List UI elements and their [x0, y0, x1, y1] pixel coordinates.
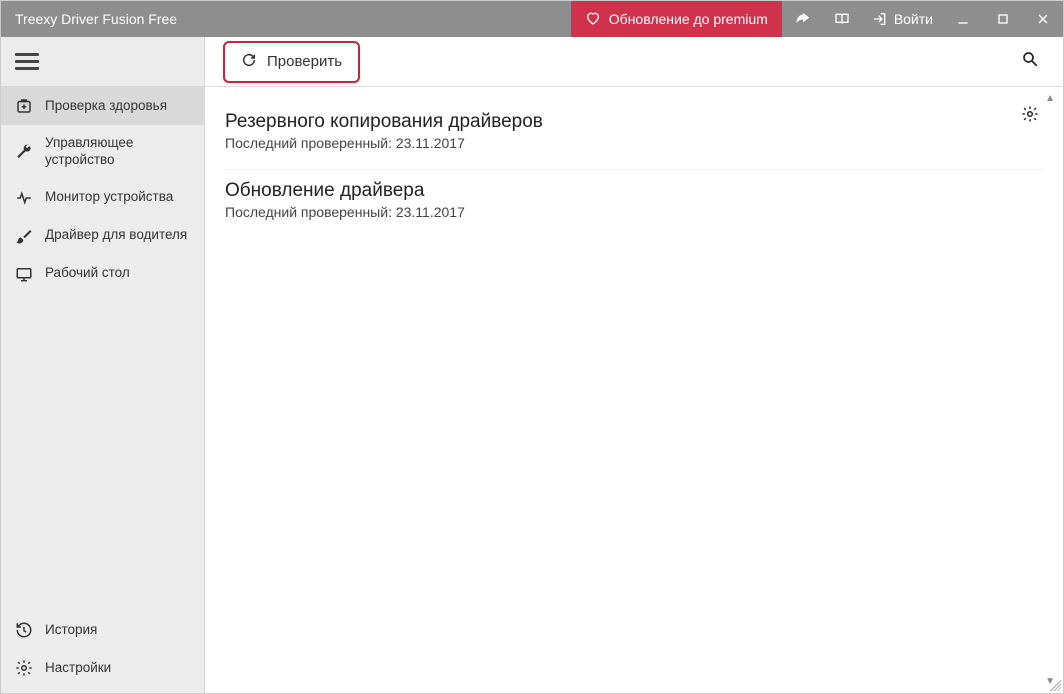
sidebar-item-device-monitor[interactable]: Монитор устройства: [1, 179, 204, 217]
sidebar-item-label: Настройки: [45, 660, 190, 677]
activity-icon: [15, 189, 33, 207]
minimize-button[interactable]: [943, 1, 983, 37]
sidebar-item-label: Проверка здоровья: [45, 98, 190, 115]
sidebar: Проверка здоровья Управляющее устройство…: [1, 37, 205, 693]
sidebar-item-label: История: [45, 622, 190, 639]
premium-label: Обновление до premium: [609, 11, 768, 27]
section-subtitle: Последний проверенный: 23.11.2017: [225, 204, 1043, 220]
sidebar-item-desktop[interactable]: Рабочий стол: [1, 255, 204, 293]
health-icon: [15, 97, 33, 115]
sidebar-item-label: Монитор устройства: [45, 189, 190, 206]
section-title: Обновление драйвера: [225, 180, 1043, 202]
brush-icon: [15, 227, 33, 245]
premium-button[interactable]: Обновление до premium: [571, 1, 782, 37]
heart-icon: [585, 10, 601, 29]
section-update: Обновление драйвера Последний проверенны…: [225, 170, 1043, 238]
login-button[interactable]: Войти: [862, 1, 943, 37]
content: Резервного копирования драйверов Последн…: [205, 87, 1063, 252]
section-subtitle: Последний проверенный: 23.11.2017: [225, 135, 1043, 151]
nav-list: Проверка здоровья Управляющее устройство…: [1, 87, 204, 611]
search-button[interactable]: [1015, 44, 1045, 79]
sidebar-item-device-manager[interactable]: Управляющее устройство: [1, 125, 204, 179]
desktop-icon: [15, 265, 33, 283]
sidebar-item-label: Драйвер для водителя: [45, 227, 190, 244]
check-label: Проверить: [267, 53, 342, 70]
check-button[interactable]: Проверить: [223, 41, 360, 83]
hamburger-button[interactable]: [15, 49, 39, 74]
sidebar-item-health[interactable]: Проверка здоровья: [1, 87, 204, 125]
nav-bottom: История Настройки: [1, 611, 204, 693]
sidebar-item-history[interactable]: История: [1, 611, 204, 649]
main-area: Проверить ▲ Резервного копирования драйв…: [205, 37, 1063, 693]
maximize-button[interactable]: [983, 1, 1023, 37]
section-title: Резервного копирования драйверов: [225, 111, 1043, 133]
sidebar-item-driver[interactable]: Драйвер для водителя: [1, 217, 204, 255]
login-label: Войти: [894, 11, 933, 27]
sidebar-item-settings[interactable]: Настройки: [1, 649, 204, 687]
wrench-icon: [15, 143, 33, 161]
resize-grip[interactable]: [1047, 677, 1061, 691]
share-button[interactable]: [782, 1, 822, 37]
section-settings-button[interactable]: [1021, 105, 1039, 128]
toolbar: Проверить: [205, 37, 1063, 87]
app-title: Treexy Driver Fusion Free: [1, 11, 177, 27]
refresh-icon: [241, 52, 257, 72]
book-button[interactable]: [822, 1, 862, 37]
titlebar: Treexy Driver Fusion Free Обновление до …: [1, 1, 1063, 37]
section-backup: Резервного копирования драйверов Последн…: [225, 101, 1043, 170]
history-icon: [15, 621, 33, 639]
sidebar-item-label: Рабочий стол: [45, 265, 190, 282]
sidebar-item-label: Управляющее устройство: [45, 135, 190, 169]
gear-icon: [15, 659, 33, 677]
close-button[interactable]: [1023, 1, 1063, 37]
